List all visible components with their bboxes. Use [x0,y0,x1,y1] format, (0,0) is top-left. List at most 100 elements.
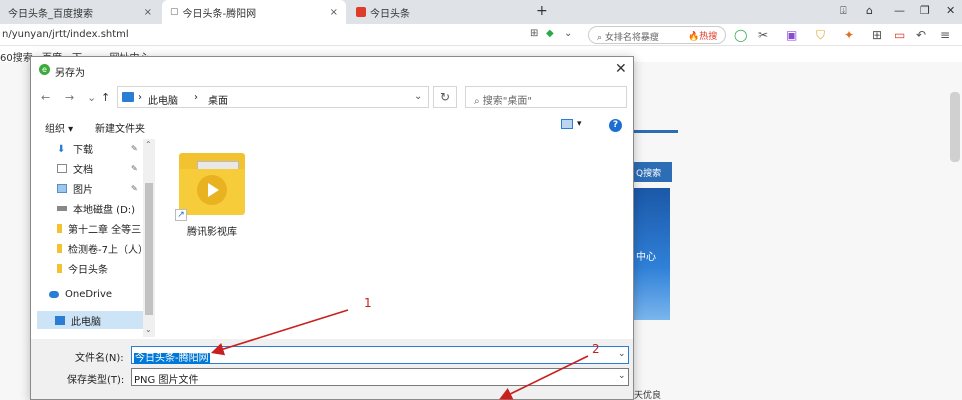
help-icon[interactable]: ? [609,119,622,132]
browser-logo-icon: e [39,64,50,75]
shirt-icon[interactable]: ⌂ [866,4,873,17]
page-search-button[interactable]: Q搜索 [630,162,672,182]
breadcrumb-item[interactable]: 桌面 [208,92,228,107]
breadcrumb[interactable]: › 此电脑 › 桌面 ⌄ [117,86,429,108]
toutiao-favicon-icon [356,7,366,17]
close-icon[interactable]: × [330,7,338,18]
chevron-down-icon[interactable]: ⌄ [618,371,626,381]
filetype-value: PNG 图片文件 [134,375,199,386]
tab-label: 今日头条_百度搜索 [8,8,93,20]
purple-app-icon[interactable]: ▣ [786,28,797,42]
refresh-button[interactable]: ↻ [433,86,457,108]
sidebar-item-documents[interactable]: 文档 ✎ [37,159,143,177]
folder-icon [57,243,62,253]
video-folder-icon [179,153,245,215]
menu-icon[interactable]: ≡ [940,28,950,42]
sidebar-item-label: 下载 [73,144,93,156]
computer-icon [55,315,65,325]
sidebar-item-this-pc[interactable]: 此电脑 [37,311,143,329]
recent-locations-button[interactable]: ⌄ [87,91,96,104]
chevron-down-icon[interactable]: ⌄ [564,28,572,39]
navigation-pane: ⬇ 下载 ✎ 文档 ✎ 图片 ✎ 本地磁盘 (D:) 第十二章 全等三 检测卷-… [31,139,155,337]
battery-icon[interactable]: ▭ [894,28,905,42]
back-button[interactable]: ← [41,91,50,104]
tab-label: 今日头条 [370,8,410,20]
apps-grid-icon[interactable]: ⊞ [872,28,882,42]
file-list: ↗ 腾讯影视库 [155,139,633,337]
tab-label: 今日头条-腾阳网 [182,8,257,20]
green-circle-icon[interactable]: ◯ [734,28,747,42]
filename-value: 今日头条-腾阳网 [134,353,210,364]
sidebar-item-onedrive[interactable]: OneDrive [37,285,143,303]
forward-button[interactable]: → [65,91,74,104]
sidebar-item-pictures[interactable]: 图片 ✎ [37,179,143,197]
sidebar-item-folder[interactable]: 今日头条 [37,259,143,277]
shortcut-arrow-icon: ↗ [175,209,187,221]
sidebar-item-label: 图片 [73,184,93,196]
search-icon: ⌕ [597,33,605,43]
filetype-label: 保存类型(T): [67,375,125,386]
tab-active[interactable]: ▢ 今日头条-腾阳网 × [162,0,346,24]
leaf-icon[interactable]: ◆ [546,28,554,39]
dialog-title-bar: e 另存为 ✕ [31,57,633,83]
sidebar-item-label: 检测卷-7上（人） [68,244,143,256]
close-window-icon[interactable]: ✕ [946,4,955,17]
scroll-thumb[interactable] [145,183,153,315]
extension-icon[interactable]: ✦ [844,28,854,42]
chevron-down-icon[interactable]: ▾ [577,119,582,129]
scissors-icon[interactable]: ✂ [758,28,768,42]
folder-search-input[interactable]: ⌕ 搜索"桌面" [465,86,627,108]
nav-pane-scrollbar[interactable]: ⌃ ⌄ [143,139,155,337]
pin-icon: ✎ [131,183,138,193]
filename-input[interactable]: 今日头条-腾阳网 ⌄ [131,346,629,364]
save-as-dialog: e 另存为 ✕ ← → ⌄ ↑ › 此电脑 › 桌面 ⌄ ↻ ⌕ 搜索"桌面" … [30,56,634,400]
url-field[interactable]: n/yunyan/jrtt/index.shtml [2,29,129,40]
address-bar: n/yunyan/jrtt/index.shtml ⊞ ◆ ⌄ ⌕ 女排名将暴瘦… [0,24,962,46]
close-icon[interactable]: ✕ [615,61,627,77]
organize-button[interactable]: 组织 ▾ [45,120,73,135]
annotation-number-2: 2 [592,342,600,356]
folder-icon [57,223,62,233]
annotation-number-1: 1 [364,296,372,310]
document-icon [57,163,67,173]
dialog-nav-row: ← → ⌄ ↑ › 此电脑 › 桌面 ⌄ ↻ ⌕ 搜索"桌面" [31,85,633,111]
folder-icon [57,263,62,273]
view-options-icon[interactable] [561,119,573,129]
close-icon[interactable]: × [144,7,152,18]
sidebar-item-downloads[interactable]: ⬇ 下载 ✎ [37,139,143,157]
chevron-down-icon[interactable]: ⌄ [145,325,152,334]
sidebar-item-label: 此电脑 [71,316,101,328]
chevron-down-icon[interactable]: ⌄ [618,349,626,359]
page-scrollbar[interactable] [950,92,960,162]
sidebar-item-drive-d[interactable]: 本地磁盘 (D:) [37,199,143,217]
pin-icon: ✎ [131,143,138,153]
sidebar-item-folder[interactable]: 检测卷-7上（人） [37,239,143,257]
sidebar-item-folder[interactable]: 第十二章 全等三 [37,219,143,237]
sidebar-item-label: 今日头条 [68,264,108,276]
search-placeholder: 搜索"桌面" [482,96,532,107]
filetype-select[interactable]: PNG 图片文件 ⌄ [131,368,629,386]
search-placeholder: 女排名将暴瘦 [604,33,659,43]
grid-icon[interactable]: ⊞ [530,28,538,39]
dialog-toolbar: 组织 ▾ 新建文件夹 ▾ ? [31,115,633,137]
shield-icon[interactable]: ⛉ [816,28,825,43]
undo-icon[interactable]: ↶ [916,28,926,42]
page-divider [634,130,678,133]
new-folder-button[interactable]: 新建文件夹 [95,120,145,135]
breadcrumb-item[interactable]: 此电脑 [148,92,178,107]
dialog-title: 另存为 [55,68,85,79]
tab-toutiao[interactable]: 今日头条 [348,0,520,24]
up-button[interactable]: ↑ [101,91,110,104]
sidebar-item-label: 本地磁盘 (D:) [73,204,136,216]
maximize-icon[interactable]: ❐ [920,4,930,17]
filename-label: 文件名(N): [75,353,124,364]
new-tab-button[interactable]: + [536,3,548,19]
hot-search-link[interactable]: 🔥热搜 [688,29,717,42]
download-icon[interactable]: ⍗ [840,4,847,18]
minimize-icon[interactable]: — [894,4,905,17]
chevron-up-icon[interactable]: ⌃ [145,140,152,149]
page-footer-text: 天优良 [634,391,662,400]
chevron-down-icon[interactable]: ⌄ [414,91,422,102]
page-icon: ▢ [170,7,179,17]
tab-baidu-search[interactable]: 今日头条_百度搜索 × [0,0,160,24]
